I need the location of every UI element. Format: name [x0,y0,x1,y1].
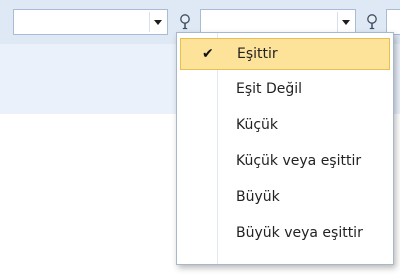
filter-combo-1[interactable] [13,9,168,35]
filter-combo-2-dropdown-button[interactable] [337,12,353,32]
menu-item-label: Küçük [236,117,279,133]
checkmark-icon: ✔ [202,46,214,62]
menu-item-label: Büyük veya eşittir [236,225,363,241]
filter-condition-icon-1[interactable] [178,13,192,31]
filter-combo-1-input[interactable] [16,12,147,32]
filter-combo-1-dropdown-button[interactable] [149,12,165,32]
filter-combo-2-input[interactable] [203,12,335,32]
menu-item-kucuk-veya-esittir[interactable]: Küçük veya eşittir [180,146,390,178]
filter-condition-icon-2[interactable] [365,13,379,31]
filter-icon [367,14,377,30]
menu-item-kucuk[interactable]: Küçük [180,110,390,142]
menu-item-esit-degil[interactable]: Eşit Değil [180,74,390,106]
chevron-down-icon [341,19,350,25]
chevron-down-icon [153,19,162,25]
menu-item-buyuk[interactable]: Büyük [180,182,390,214]
menu-item-label: Büyük [236,189,280,205]
menu-item-esittir[interactable]: ✔ Eşittir [180,38,390,70]
menu-item-label: Eşit Değil [236,81,303,97]
menu-item-buyuk-veya-esittir[interactable]: Büyük veya eşittir [180,218,390,250]
menu-item-label: Eşittir [237,46,278,62]
filter-condition-menu: ✔ Eşittir Eşit Değil Küçük Küçük veya eş… [176,32,394,265]
filter-icon [180,14,190,30]
menu-item-label: Küçük veya eşittir [236,153,362,169]
